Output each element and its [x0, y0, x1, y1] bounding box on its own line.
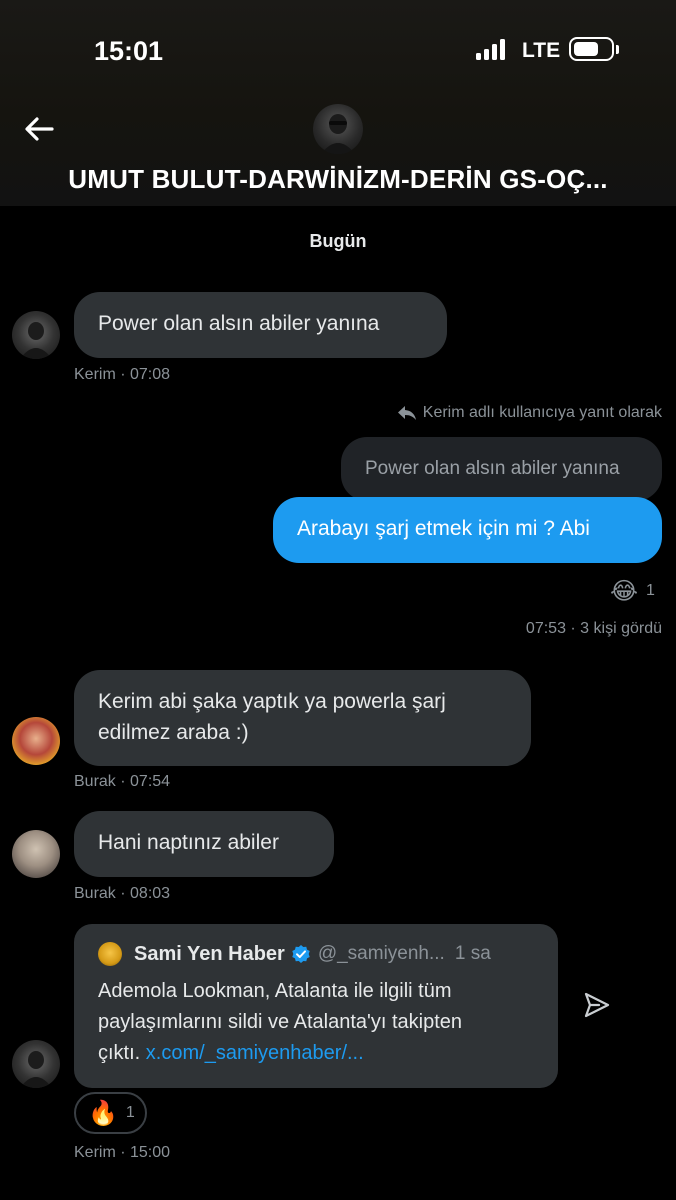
reply-arrow-icon: [397, 406, 416, 420]
shared-post-card[interactable]: Sami Yen Haber @_samiyenh... 1 sa Ademol…: [74, 924, 558, 1088]
post-text-line: çıktı. x.com/_samiyenhaber/...: [98, 1038, 536, 1069]
post-text-line: Ademola Lookman, Atalanta ile ilgili tüm: [98, 980, 452, 1002]
message-meta: 07:53 · 3 kişi gördü: [525, 620, 662, 637]
avatar[interactable]: [12, 1040, 60, 1088]
avatar[interactable]: [12, 311, 60, 359]
date-separator: Bugün: [309, 231, 367, 251]
conversation-header: 15:01 LTE UMUT BULUT-DARWİNİZM-DERİN GS-…: [0, 0, 676, 206]
post-text: Ademola Lookman, Atalanta ile ilgili tüm…: [98, 976, 536, 1069]
status-time: 15:01: [94, 36, 164, 66]
message-bubble[interactable]: Power olan alsın abiler yanına: [74, 292, 447, 358]
reaction-badge[interactable]: 😂 1: [610, 577, 655, 605]
back-arrow-icon[interactable]: [22, 112, 56, 146]
signal-icon: [476, 38, 508, 60]
group-avatar[interactable]: [313, 104, 363, 154]
message-text: Hani naptınız abiler: [98, 831, 279, 854]
account-name[interactable]: Sami Yen Haber: [134, 943, 285, 966]
avatar[interactable]: [12, 830, 60, 878]
battery-cap: [616, 45, 619, 54]
message-bubble-own[interactable]: Arabayı şarj etmek için mi ? Abi: [273, 497, 662, 563]
account-avatar[interactable]: [98, 942, 122, 966]
reply-context: Kerim adlı kullanıcıya yanıt olarak: [397, 404, 662, 422]
reaction-count: 1: [646, 582, 655, 599]
message-text-line: Kerim abi şaka yaptık ya powerla şarj: [98, 690, 446, 713]
quoted-text: Power olan alsın abiler yanına: [365, 458, 620, 479]
quoted-message[interactable]: Power olan alsın abiler yanına: [341, 437, 662, 501]
fire-emoji-icon: 🔥: [88, 1099, 118, 1127]
post-text-end: çıktı.: [98, 1042, 141, 1064]
message-meta: Burak · 08:03: [74, 885, 171, 902]
reaction-count: 1: [125, 1104, 135, 1121]
verified-badge-icon: [292, 945, 310, 963]
reaction-badge[interactable]: 🔥 1: [74, 1092, 147, 1134]
post-time: 1 sa: [454, 943, 491, 964]
reply-context-text: Kerim adlı kullanıcıya yanıt olarak: [422, 404, 662, 421]
message-bubble[interactable]: Hani naptınız abiler: [74, 811, 334, 877]
message-text: Power olan alsın abiler yanına: [98, 312, 380, 335]
message-meta: Burak · 07:54: [74, 773, 171, 790]
message-text-line: edilmez araba :): [98, 721, 249, 744]
avatar[interactable]: [12, 717, 60, 765]
message-meta: Kerim · 15:00: [74, 1144, 171, 1161]
network-label: LTE: [522, 39, 561, 62]
laughing-emoji-icon: 😂: [610, 577, 639, 605]
post-link[interactable]: x.com/_samiyenhaber/...: [146, 1042, 364, 1064]
post-text-line: paylaşımlarını sildi ve Atalanta'yı taki…: [98, 1011, 463, 1033]
send-icon[interactable]: [583, 991, 611, 1019]
account-handle: @_samiyenh...: [317, 943, 445, 964]
message-text: Arabayı şarj etmek için mi ? Abi: [297, 517, 590, 540]
group-title[interactable]: UMUT BULUT-DARWİNİZM-DERİN GS-OÇ...: [0, 164, 676, 195]
message-bubble[interactable]: Kerim abi şaka yaptık ya powerla şarj ed…: [74, 670, 531, 766]
battery-icon: [569, 37, 614, 61]
message-meta: Kerim · 07:08: [74, 366, 171, 383]
